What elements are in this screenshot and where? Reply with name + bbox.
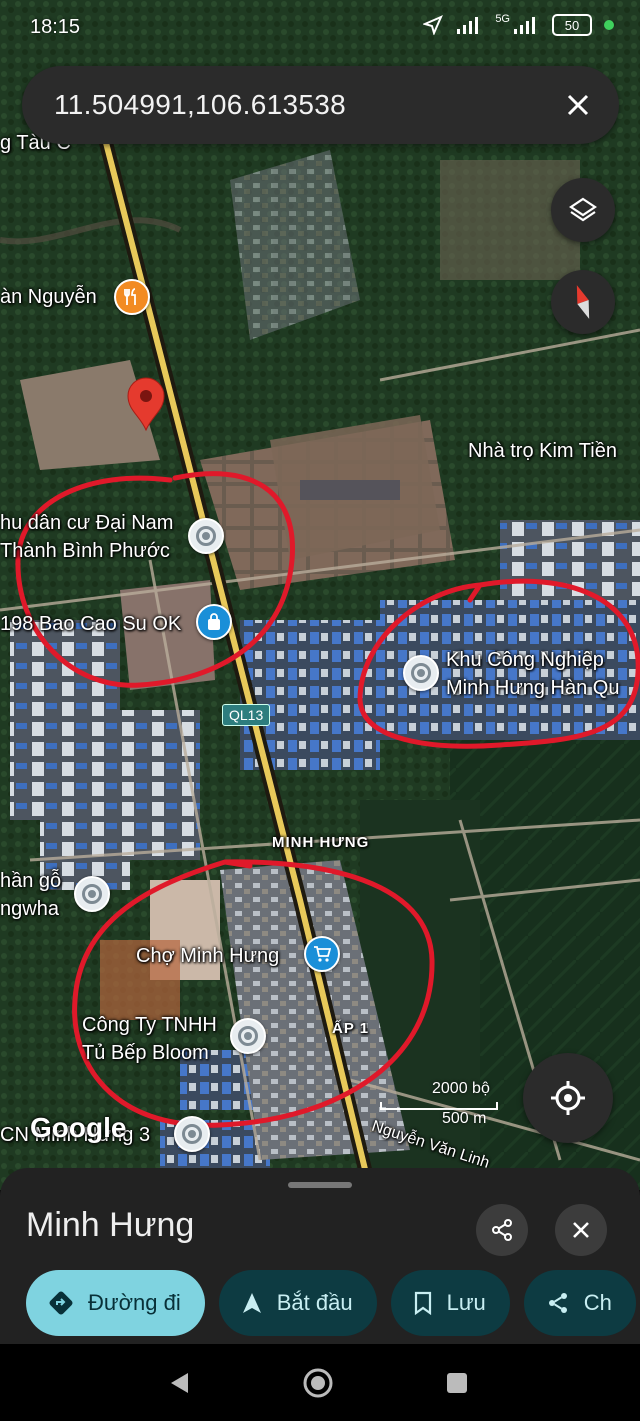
back-triangle-icon: [171, 1373, 188, 1393]
label-company-2[interactable]: Tủ Bếp Bloom: [82, 1040, 209, 1066]
my-location-button[interactable]: [523, 1053, 613, 1143]
label-wood-2[interactable]: ngwha: [0, 896, 59, 922]
factory-pin-icon[interactable]: [174, 1116, 210, 1152]
status-icons: 5G 50: [423, 13, 614, 36]
close-icon: [567, 94, 589, 116]
label-wood-1[interactable]: hần gỗ: [0, 868, 61, 894]
scale-line: [380, 1102, 498, 1110]
scale-meters: 500 m: [442, 1110, 487, 1127]
location-arrow-icon: [423, 15, 444, 35]
battery-icon: 50: [552, 14, 592, 36]
share-chip-button[interactable]: Ch: [523, 1270, 636, 1336]
save-button[interactable]: Lưu: [390, 1270, 510, 1336]
back-button[interactable]: [162, 1366, 196, 1400]
compass-icon: [576, 285, 590, 319]
compass-button[interactable]: [551, 270, 615, 334]
label-area: MINH HƯNG: [272, 834, 370, 851]
status-bar: 18:15 5G 50: [0, 0, 640, 58]
google-logo: Google: [30, 1112, 127, 1143]
clear-search-button[interactable]: [559, 86, 597, 124]
place-title: Minh Hưng: [26, 1206, 195, 1244]
signal-5g-icon: [514, 17, 535, 34]
directions-button[interactable]: Đường đi: [26, 1270, 205, 1336]
layers-button[interactable]: [551, 178, 615, 242]
scale-feet: 2000 bộ: [432, 1080, 490, 1097]
my-location-icon: [551, 1081, 585, 1115]
label-company-1[interactable]: Công Ty TNHH: [82, 1012, 217, 1038]
search-bar[interactable]: 11.504991,106.613538: [22, 66, 619, 144]
label-residential-2[interactable]: Thành Bình Phước: [0, 538, 170, 564]
share-icon: [548, 1293, 567, 1313]
navigation-arrow-icon: [242, 1293, 261, 1313]
clock: 18:15: [30, 16, 81, 38]
save-label: Lưu: [446, 1290, 486, 1315]
company-pin-icon[interactable]: [230, 1018, 266, 1054]
label-industrial-1[interactable]: Khu Công Nghiệp: [446, 647, 604, 673]
share-chip-label: Ch: [583, 1290, 612, 1315]
cart-pin-icon[interactable]: [304, 936, 340, 972]
label-shop[interactable]: 198 Bao Cao Su OK: [0, 611, 181, 637]
directions-icon: [49, 1291, 73, 1315]
share-icon: [492, 1219, 512, 1241]
action-chips: Đường đi Bắt đầu Lưu Ch: [26, 1270, 636, 1336]
restaurant-pin-icon[interactable]: [114, 279, 150, 315]
highway-badge: QL13: [222, 704, 271, 726]
layers-icon: [569, 197, 597, 222]
label-restaurant[interactable]: àn Nguyễn: [0, 284, 97, 310]
sheet-drag-handle[interactable]: [288, 1182, 352, 1188]
bookmark-icon: [414, 1291, 431, 1315]
label-market[interactable]: Chợ Minh Hưng: [136, 943, 279, 969]
system-nav-bar: [0, 1344, 640, 1421]
shopping-bag-icon[interactable]: [196, 604, 232, 640]
recents-button[interactable]: [440, 1366, 474, 1400]
home-button[interactable]: [301, 1366, 335, 1400]
close-sheet-button[interactable]: [555, 1204, 607, 1256]
signal-icon: [457, 17, 479, 34]
label-industrial-2[interactable]: Minh Hưng Hàn Qu: [446, 675, 619, 701]
close-icon: [573, 1222, 589, 1238]
privacy-indicator: [604, 20, 614, 30]
label-motel[interactable]: Nhà trọ Kim Tiền: [468, 438, 617, 464]
share-button[interactable]: [476, 1204, 528, 1256]
place-bottom-sheet[interactable]: Minh Hưng Đường đi Bắt đầu Lưu Ch: [0, 1168, 640, 1344]
residential-pin-icon[interactable]: [188, 518, 224, 554]
home-circle-icon: [303, 1368, 333, 1398]
start-label: Bắt đầu: [276, 1290, 353, 1315]
network-type: 5G: [495, 13, 510, 25]
recents-square-icon: [447, 1373, 467, 1393]
battery-level: 50: [564, 17, 580, 33]
directions-label: Đường đi: [88, 1290, 181, 1315]
start-button[interactable]: Bắt đầu: [218, 1270, 377, 1336]
wood-factory-pin-icon[interactable]: [74, 876, 110, 912]
industrial-park-pin-icon[interactable]: [403, 655, 439, 691]
satellite-map[interactable]: g Tàu C àn Nguyễn Nhà trọ Kim Tiền hu dâ…: [0, 0, 640, 1190]
search-query[interactable]: 11.504991,106.613538: [54, 89, 346, 121]
label-residential-1[interactable]: hu dân cư Đại Nam: [0, 510, 173, 536]
label-hamlet: ẤP 1: [332, 1020, 370, 1037]
